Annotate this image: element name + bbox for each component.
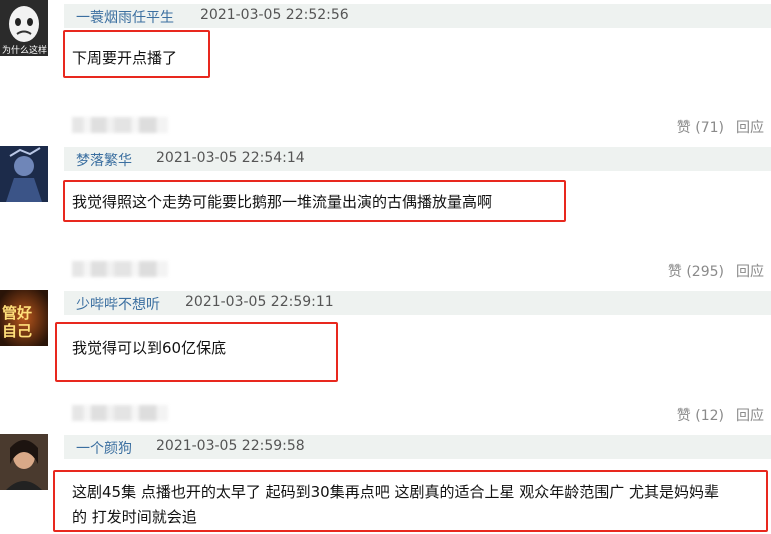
reply-button[interactable]: 回应	[736, 120, 764, 136]
reply-button[interactable]: 回应	[736, 408, 764, 424]
timestamp: 2021-03-05 22:59:11	[185, 294, 334, 310]
username-link[interactable]: 一个颜狗	[76, 438, 132, 458]
comment-meta-bar: 梦落繁华 2021-03-05 22:54:14	[64, 147, 771, 171]
comment-actions: 赞 (295) 回应	[656, 261, 764, 281]
like-button[interactable]: 赞 (12)	[677, 408, 724, 424]
timestamp: 2021-03-05 22:59:58	[156, 438, 305, 454]
avatar[interactable]: 为什么这样	[0, 0, 48, 56]
like-button[interactable]: 赞 (295)	[668, 264, 724, 280]
redacted-area	[72, 405, 168, 421]
comment-text-line: 这剧45集 点播也开的太早了 起码到30集再点吧 这剧真的适合上星 观众年龄范围…	[72, 483, 720, 501]
avatar[interactable]	[0, 146, 48, 202]
comment-text: 我觉得可以到60亿保底	[72, 339, 227, 357]
comment-meta-bar: 一个颜狗 2021-03-05 22:59:58	[64, 435, 771, 459]
comment-text: 这剧45集 点播也开的太早了 起码到30集再点吧 这剧真的适合上星 观众年龄范围…	[72, 480, 719, 530]
timestamp: 2021-03-05 22:54:14	[156, 150, 305, 166]
avatar[interactable]: 管好 自己	[0, 290, 48, 346]
timestamp: 2021-03-05 22:52:56	[200, 7, 349, 23]
username-link[interactable]: 梦落繁华	[76, 150, 132, 170]
comment-meta-bar: 少哔哔不想听 2021-03-05 22:59:11	[64, 291, 771, 315]
comment-actions: 赞 (12) 回应	[665, 405, 764, 425]
comment-item: 管好 自己 少哔哔不想听 2021-03-05 22:59:11 我觉得可以到6…	[0, 284, 771, 428]
comment-text: 下周要开点播了	[72, 49, 178, 67]
comment-meta-bar: 一蓑烟雨任平生 2021-03-05 22:52:56	[64, 4, 771, 28]
redacted-area	[72, 261, 168, 277]
comment-text: 我觉得照这个走势可能要比鹅那一堆流量出演的古偶播放量高啊	[72, 193, 493, 211]
comment-text-line: 的 打发时间就会追	[72, 508, 197, 526]
comment-actions: 赞 (71) 回应	[665, 117, 764, 137]
like-button[interactable]: 赞 (71)	[677, 120, 724, 136]
username-link[interactable]: 少哔哔不想听	[76, 294, 160, 314]
avatar-caption: 为什么这样	[2, 46, 48, 56]
comment-item: 一个颜狗 2021-03-05 22:59:58 这剧45集 点播也开的太早了 …	[0, 428, 771, 534]
comment-item: 为什么这样 一蓑烟雨任平生 2021-03-05 22:52:56 下周要开点播…	[0, 0, 771, 140]
reply-button[interactable]: 回应	[736, 264, 764, 280]
avatar[interactable]	[0, 434, 48, 490]
comment-item: 梦落繁华 2021-03-05 22:54:14 我觉得照这个走势可能要比鹅那一…	[0, 140, 771, 284]
username-link[interactable]: 一蓑烟雨任平生	[76, 7, 174, 27]
redacted-area	[72, 117, 168, 133]
avatar-caption: 管好 自己	[2, 304, 33, 340]
